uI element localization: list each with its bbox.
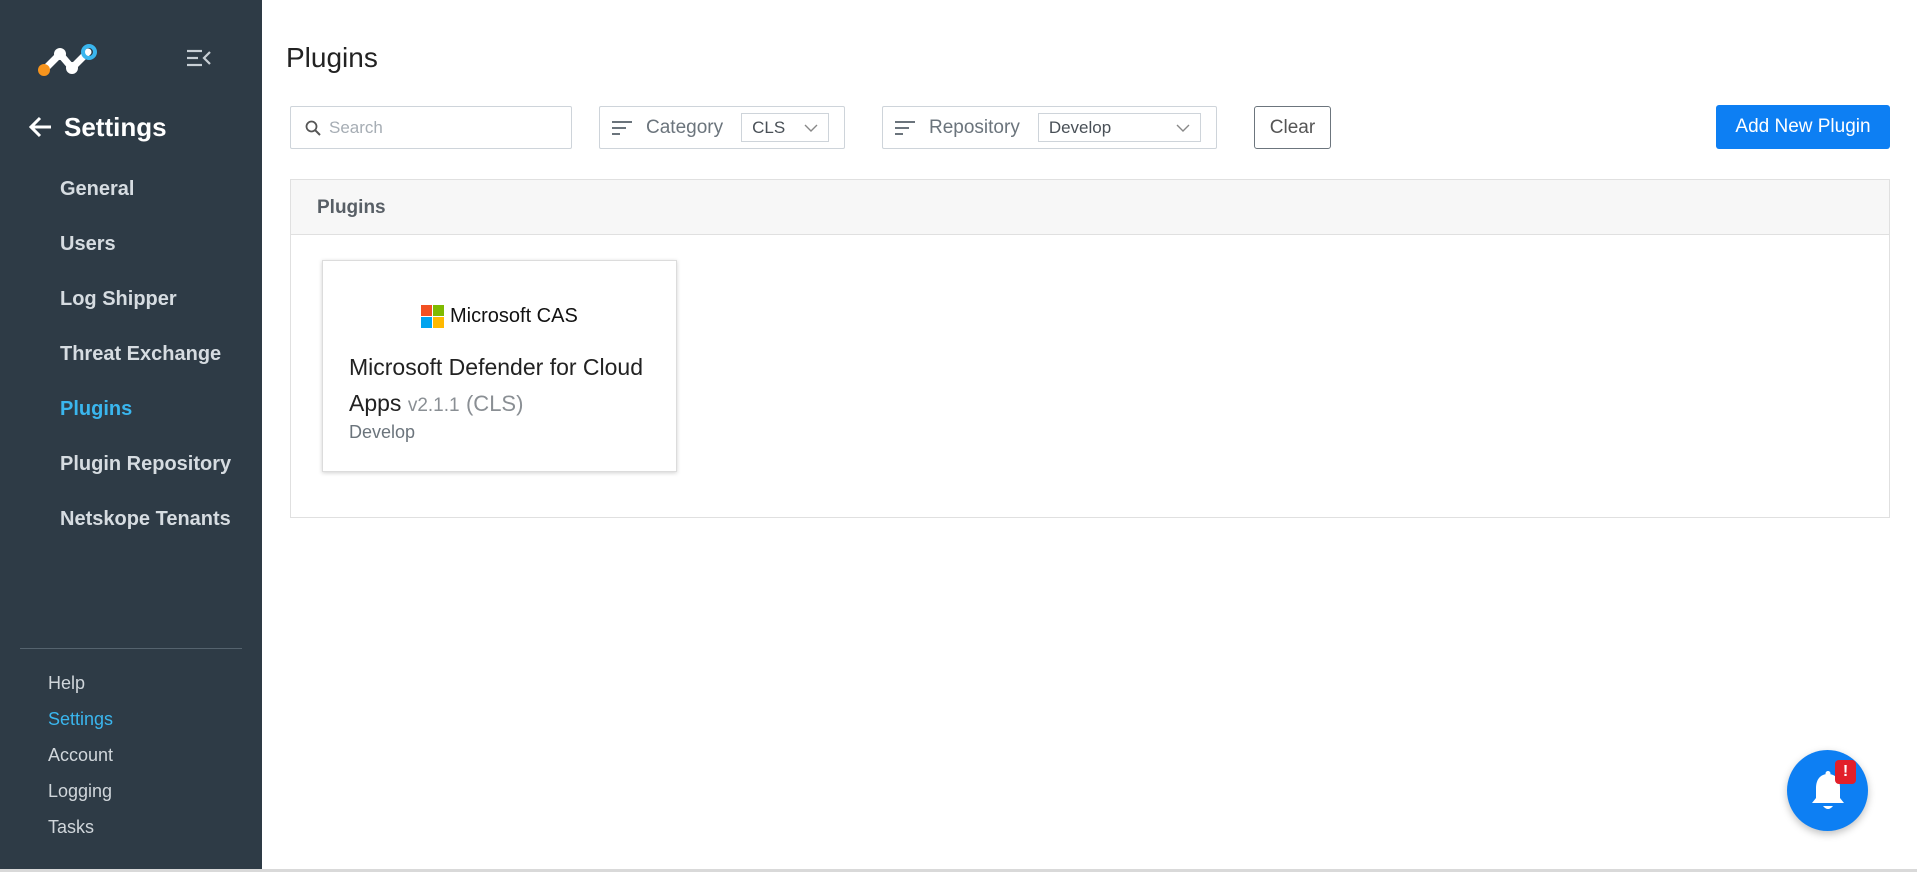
plugin-card[interactable]: Microsoft CAS Microsoft Defender for Clo…: [322, 260, 677, 472]
notification-badge: !: [1835, 760, 1856, 784]
plugins-panel: Plugins Microsoft CAS Microsoft Defender…: [290, 179, 1890, 518]
category-filter: Category CLS: [599, 106, 845, 149]
netskope-logo-icon[interactable]: [36, 42, 100, 78]
repository-select[interactable]: Develop: [1037, 113, 1201, 142]
sidebar-bottom-nav: Help Settings Account Logging Tasks: [48, 668, 113, 848]
sidebar-item-threat-exchange[interactable]: Threat Exchange: [0, 335, 262, 390]
sidebar-item-users[interactable]: Users: [0, 225, 262, 280]
sidebar-item-netskope-tenants[interactable]: Netskope Tenants: [0, 500, 262, 555]
settings-nav: General Users Log Shipper Threat Exchang…: [0, 170, 262, 555]
arrow-left-icon: [28, 116, 51, 138]
search-input[interactable]: [329, 117, 559, 138]
plugins-panel-title: Plugins: [291, 180, 1889, 235]
plugin-repository: Develop: [349, 422, 416, 442]
sidebar-link-help[interactable]: Help: [48, 668, 113, 704]
sidebar-item-log-shipper[interactable]: Log Shipper: [0, 280, 262, 335]
chevron-down-icon: [804, 124, 818, 132]
add-new-plugin-button[interactable]: Add New Plugin: [1716, 105, 1890, 149]
page-title: Plugins: [286, 42, 378, 73]
category-filter-label: Category: [646, 116, 724, 138]
sidebar-divider: [20, 648, 242, 649]
sidebar-link-settings[interactable]: Settings: [48, 704, 113, 740]
sidebar-link-tasks[interactable]: Tasks: [48, 812, 113, 848]
category-select-value: CLS: [752, 117, 786, 137]
sidebar-item-plugins[interactable]: Plugins: [0, 390, 262, 445]
search-icon: [305, 120, 321, 136]
sidebar-item-general[interactable]: General: [0, 170, 262, 225]
notifications-button[interactable]: !: [1787, 750, 1868, 831]
clear-button[interactable]: Clear: [1254, 106, 1331, 149]
sort-icon: [895, 120, 915, 135]
repository-filter-label: Repository: [929, 116, 1020, 138]
plugin-version: v2.1.1: [407, 395, 460, 416]
repository-select-value: Develop: [1048, 117, 1112, 137]
repository-filter: Repository Develop: [882, 106, 1217, 149]
plugin-title: Microsoft Defender for Cloud Apps v2.1.1…: [349, 349, 659, 424]
microsoft-logo-icon: [421, 305, 444, 328]
sidebar: Settings General Users Log Shipper Threa…: [0, 0, 262, 869]
category-select[interactable]: CLS: [741, 113, 830, 142]
search-box[interactable]: [290, 106, 572, 149]
plugin-logo: Microsoft CAS: [421, 305, 578, 328]
sort-icon: [612, 120, 632, 135]
plugin-logo-text: Microsoft CAS: [450, 305, 578, 327]
menu-collapse-icon[interactable]: [186, 46, 212, 70]
sidebar-link-account[interactable]: Account: [48, 740, 113, 776]
back-to-settings-button[interactable]: Settings: [28, 110, 167, 144]
chevron-down-icon: [1176, 124, 1190, 132]
plugin-category: (CLS): [465, 391, 524, 416]
sidebar-section-title: Settings: [64, 111, 167, 142]
sidebar-link-logging[interactable]: Logging: [48, 776, 113, 812]
sidebar-item-plugin-repository[interactable]: Plugin Repository: [0, 445, 262, 500]
